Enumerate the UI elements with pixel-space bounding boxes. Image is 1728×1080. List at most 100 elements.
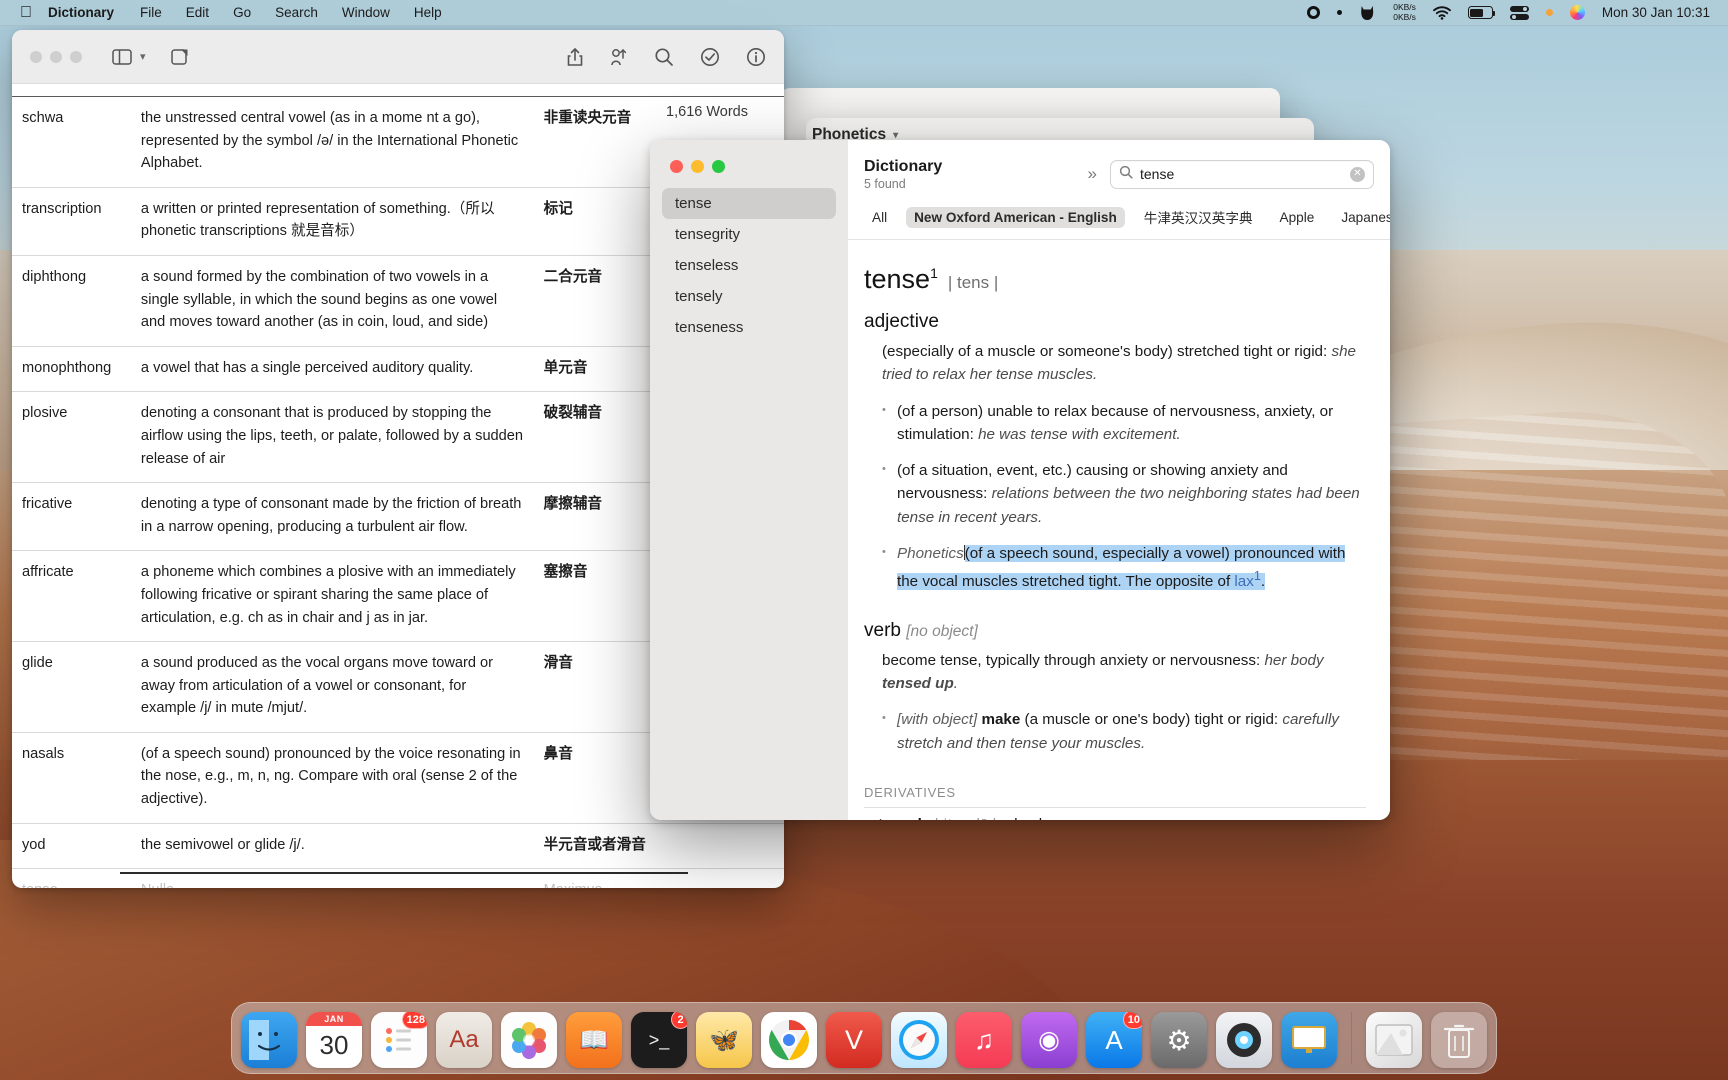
dock[interactable]: JAN 30 128 Aa 📖 >_ 2 🦋 V ♫ ◉ A 10 ⚙ [231,1002,1497,1074]
dock-item-butterfly[interactable]: 🦋 [696,1012,752,1068]
dock-item-photos[interactable] [501,1012,557,1068]
share-icon[interactable] [566,47,584,67]
dock-item-terminal[interactable]: >_ 2 [631,1012,687,1068]
source-tab[interactable]: New Oxford American - English [906,206,1125,228]
cross-reference-link-lax[interactable]: lax1 [1234,569,1260,590]
dictionary-traffic-lights[interactable] [670,160,725,173]
cell-definition[interactable]: (of a speech sound) pronounced by the vo… [130,731,534,824]
dock-item-cleaner[interactable] [1216,1012,1272,1068]
dictionary-window[interactable]: tense tensegrity tenseless tensely tenseness… [650,140,1390,820]
cell-term[interactable]: affricate [12,550,131,642]
menu-item-window[interactable]: Window [342,5,390,20]
dock-item-finder[interactable] [241,1012,297,1068]
close-button[interactable] [670,160,683,173]
sidebar-toggle-icon[interactable] [112,48,132,65]
cell-chinese[interactable]: 二合元音 [533,254,665,347]
menu-item-help[interactable]: Help [414,5,442,20]
clear-search-icon[interactable]: ✕ [1350,166,1365,182]
chevron-down-icon[interactable]: ▾ [893,130,898,141]
cell-chinese[interactable]: 滑音 [533,641,665,733]
cell-term[interactable]: fricative [12,482,131,551]
dock-item-music[interactable]: ♫ [956,1012,1012,1068]
chevron-down-icon[interactable]: ▾ [140,50,146,63]
cell-definition[interactable]: a vowel that has a single perceived audi… [130,345,534,392]
status-dot-icon[interactable] [1337,10,1343,15]
dock-item-system-settings[interactable]: ⚙ [1151,1012,1207,1068]
cell-chinese[interactable]: 破裂辅音 [533,391,665,483]
menu-item-file[interactable]: File [140,5,162,20]
cell-chinese[interactable]: 半元音或者滑音 [533,822,665,869]
dictionary-word-list[interactable]: tense tensegrity tenseless tensely tenseness [650,140,848,820]
cell-definition[interactable]: the semivowel or glide /j/. [130,822,534,869]
cell-chinese[interactable]: 塞擦音 [533,550,665,642]
cell-definition[interactable]: a sound formed by the combination of two… [130,254,534,347]
dock-item-podcasts[interactable]: ◉ [1021,1012,1077,1068]
cell-chinese[interactable]: 摩擦辅音 [533,482,665,551]
control-center-icon[interactable] [1509,5,1529,20]
source-tab[interactable]: Japanese [1333,207,1390,228]
menu-item-search[interactable]: Search [275,5,318,20]
collaborate-icon[interactable] [610,47,628,67]
zoom-button[interactable] [70,50,82,63]
cell-term[interactable]: schwa [12,96,131,188]
cat-app-icon[interactable] [1359,5,1376,21]
word-list-item-tenseless[interactable]: tenseless [662,250,836,281]
word-list-item-tense[interactable]: tense [662,188,836,219]
dock-item-app-store[interactable]: A 10 [1086,1012,1142,1068]
cell-definition[interactable]: denoting a type of consonant made by the… [130,482,534,551]
dock-item-keynote[interactable] [1281,1012,1337,1068]
search-icon[interactable] [654,47,674,67]
apple-menu-icon[interactable]:  [20,4,32,21]
checklist-icon[interactable] [700,47,720,67]
cell-term[interactable]: transcription [12,186,131,256]
dock-item-calendar[interactable]: JAN 30 [306,1012,362,1068]
dictionary-source-tabs[interactable]: All New Oxford American - English 牛津英汉汉英字典… [848,200,1390,240]
cell-term[interactable]: glide [12,641,131,733]
info-icon[interactable] [746,47,766,67]
word-list-item-tensely[interactable]: tensely [662,281,836,312]
dictionary-entry-content[interactable]: tense1 | tens | adjective (especially of… [848,240,1390,820]
zoom-button[interactable] [712,160,725,173]
cell-term[interactable]: diphthong [12,254,131,347]
cell-extra[interactable] [664,822,784,869]
window-traffic-lights-inactive[interactable] [30,50,82,63]
menu-item-edit[interactable]: Edit [186,5,209,20]
battery-icon[interactable] [1467,6,1496,19]
cell-definition[interactable]: denoting a consonant that is produced by… [130,391,534,483]
cell-definition[interactable]: a sound produced as the vocal organs mov… [130,641,534,733]
menu-item-go[interactable]: Go [233,5,251,20]
menu-bar-clock[interactable]: Mon 30 Jan 10:31 [1602,5,1710,20]
menu-item-dictionary[interactable]: Dictionary [48,5,114,20]
cell-chinese[interactable]: 鼻音 [533,731,665,824]
dock-item-safari[interactable] [891,1012,947,1068]
dock-item-vivaldi[interactable]: V [826,1012,882,1068]
dictionary-search-input[interactable] [1140,166,1343,182]
highlighted-selection[interactable]: (of a speech sound, especially a vowel) … [897,545,1346,591]
compose-note-icon[interactable] [170,47,190,67]
source-tab[interactable]: 牛津英汉汉英字典 [1136,204,1261,230]
minimize-button[interactable] [50,50,62,63]
minimize-button[interactable] [691,160,704,173]
cell-chinese[interactable]: 标记 [533,186,665,256]
source-tab[interactable]: Apple [1272,207,1323,228]
dictionary-search-box[interactable]: ✕ [1110,159,1374,189]
table-row[interactable]: yod the semivowel or glide /j/. 半元音或者滑音 [12,822,784,869]
cell-chinese[interactable]: 单元音 [533,345,665,392]
source-tab[interactable]: All [864,207,895,228]
expand-chevrons-icon[interactable]: » [1088,164,1098,184]
cell-definition[interactable]: a phoneme which combines a plosive with … [130,550,534,642]
dock-item-reminders[interactable]: 128 [371,1012,427,1068]
dock-item-books[interactable]: 📖 [566,1012,622,1068]
cell-chinese[interactable]: 非重读央元音 [533,96,665,188]
cell-term[interactable]: monophthong [12,345,131,392]
dock-item-dictionary[interactable]: Aa [436,1012,492,1068]
word-list-item-tenseness[interactable]: tenseness [662,312,836,343]
dock-item-downloads[interactable] [1366,1012,1422,1068]
dock-item-chrome[interactable] [761,1012,817,1068]
cell-term[interactable]: nasals [12,731,131,824]
network-speed-indicator[interactable]: 0KB/s 0KB/s [1393,2,1416,22]
cell-definition[interactable]: a written or printed representation of s… [130,186,534,256]
wifi-icon[interactable] [1432,5,1451,20]
screen-record-icon[interactable] [1307,6,1321,19]
cell-term[interactable]: yod [12,822,131,869]
